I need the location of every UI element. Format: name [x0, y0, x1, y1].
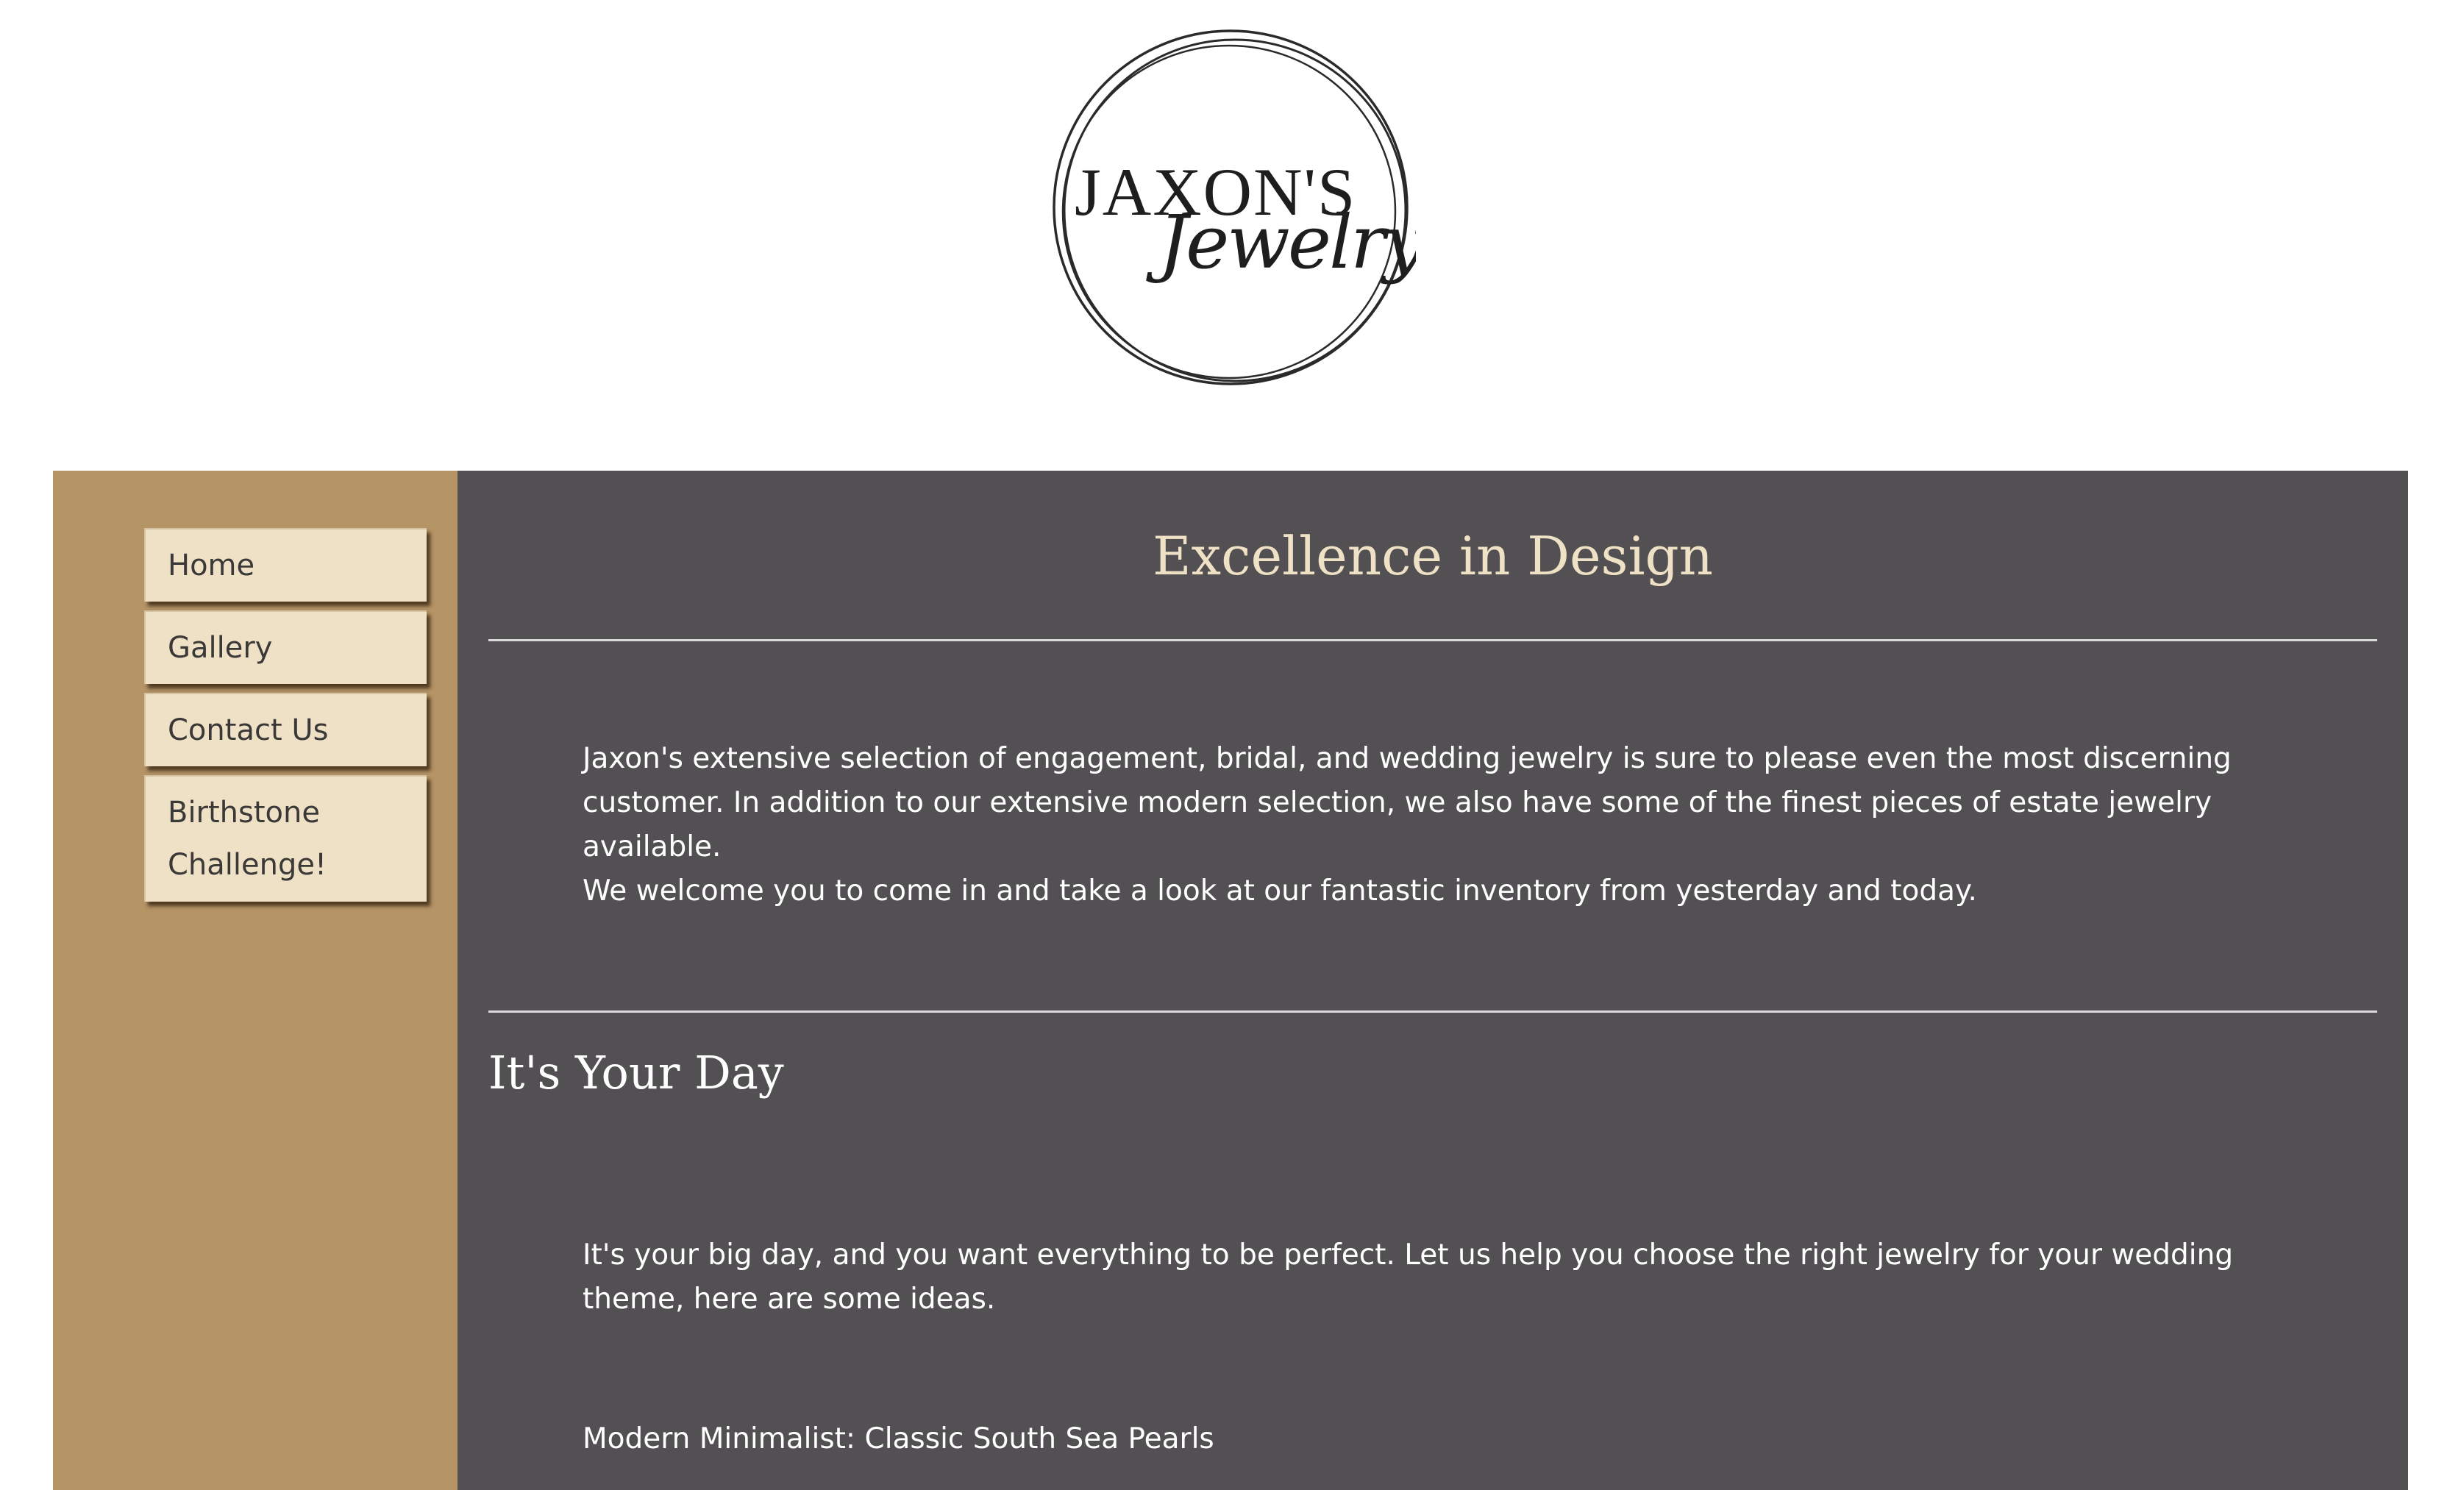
page-wrapper: Home Gallery Contact Us Birthstone Chall… — [53, 471, 2408, 1490]
page-title: Excellence in Design — [1152, 525, 1713, 587]
logo-emblem: JAXON'S Jewelry — [1053, 29, 1416, 385]
nav-home-button[interactable]: Home — [144, 528, 427, 602]
nav-gallery-label: Gallery — [168, 631, 273, 665]
nav-home-label: Home — [168, 549, 255, 582]
section-title: It's Your Day — [488, 1046, 784, 1099]
sidebar-nav: Home Gallery Contact Us Birthstone Chall… — [53, 471, 457, 1490]
divider-top — [488, 639, 2377, 641]
section-paragraph: It's your big day, and you want everythi… — [583, 1238, 2234, 1316]
divider-section — [488, 1010, 2377, 1013]
nav-gallery-button[interactable]: Gallery — [144, 610, 427, 684]
nav-birthstone-challenge-button[interactable]: Birthstone Challenge! — [144, 775, 427, 902]
main-content: Excellence in Design Jaxon's extensive s… — [457, 471, 2408, 1490]
nav-birthstone-label-line1: Birthstone — [168, 796, 320, 830]
wedding-idea-item: Modern Minimalist: Classic South Sea Pea… — [583, 1422, 1214, 1455]
nav-birthstone-label-line2: Challenge! — [168, 848, 327, 882]
intro-paragraph-1: Jaxon's extensive selection of engagemen… — [583, 742, 2232, 863]
logo-script-text: Jewelry — [1146, 199, 1416, 285]
nav-contact-us-button[interactable]: Contact Us — [144, 693, 427, 766]
nav-contact-us-label: Contact Us — [168, 713, 329, 747]
intro-paragraph-2: We welcome you to come in and take a loo… — [583, 874, 1977, 908]
jaxons-jewelry-logo[interactable]: JAXON'S Jewelry — [1048, 26, 1416, 394]
